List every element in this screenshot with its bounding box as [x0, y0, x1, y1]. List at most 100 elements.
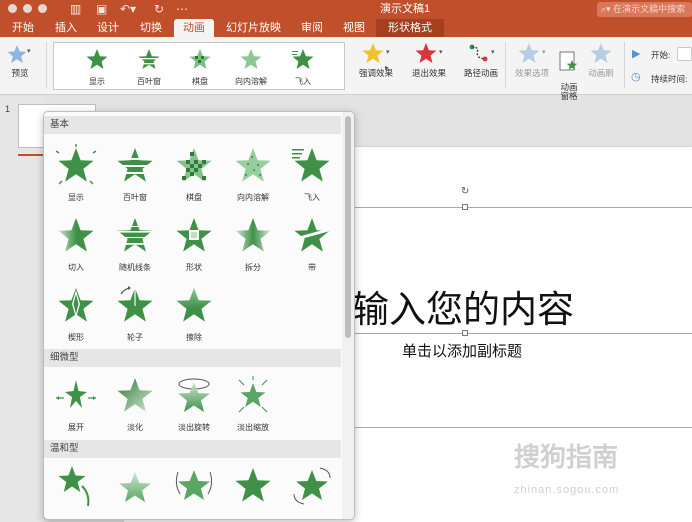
path-animation-button[interactable]: ▾ 路径动画	[460, 41, 502, 79]
animation-gallery: 显示 百叶窗 棋盘 向内溶解 飞入 ▸	[53, 42, 389, 90]
close-window-button[interactable]	[8, 4, 17, 13]
start-label: 开始:	[651, 50, 671, 60]
slide-subtitle-text[interactable]: 单击以添加副标题	[402, 340, 522, 361]
animation-painter-button[interactable]: 动画刷	[586, 41, 616, 79]
undo-icon[interactable]: ↶▾	[120, 2, 136, 16]
exit-star-icon: ▾	[415, 43, 443, 63]
effect-fade[interactable]: 淡化	[105, 374, 165, 433]
motion-path-icon: ▾	[469, 44, 495, 62]
wedge-star-icon	[58, 288, 94, 322]
effect-checkerboard[interactable]: 棋盘	[164, 144, 224, 203]
gallery-item-checkerboard[interactable]: 棋盘	[175, 47, 225, 87]
effect-split[interactable]: 拆分	[223, 214, 283, 273]
start-select[interactable]	[677, 47, 692, 61]
minimize-window-button[interactable]	[23, 4, 32, 13]
checkerboard-star-icon	[189, 49, 211, 69]
section-header-basic: 基本	[44, 116, 341, 134]
moderate-swivel-star-icon	[58, 466, 90, 507]
dissolve-star-icon	[235, 148, 271, 182]
animation-pane-button[interactable]: 动画 窗格	[556, 41, 582, 101]
effect-moderate-1[interactable]	[46, 464, 106, 512]
gallery-item-blinds[interactable]: 百叶窗	[124, 47, 174, 87]
title-placeholder-border	[355, 207, 692, 208]
strips-star-icon	[294, 218, 330, 252]
gallery-item-appear[interactable]: 显示	[72, 47, 122, 87]
svg-text:▾: ▾	[27, 48, 31, 55]
blinds-star-icon	[138, 49, 160, 69]
start-play-icon: ▶	[632, 48, 641, 60]
effect-moderate-3[interactable]	[164, 464, 224, 512]
appear-star-icon	[55, 144, 97, 185]
title-bar: ▥ ▣ ↶▾ ↻ ⋯ 演示文稿1 ⌕▾ 在演示文稿中搜索	[0, 0, 692, 19]
effect-dissolve-in[interactable]: 向内溶解	[223, 144, 283, 203]
effect-expand[interactable]: 展开	[46, 374, 106, 433]
effect-blinds[interactable]: 百叶窗	[105, 144, 165, 203]
effect-moderate-2[interactable]	[105, 464, 165, 512]
effect-fade-spin[interactable]: 淡出旋转	[164, 374, 224, 433]
redo-icon[interactable]: ↻	[154, 2, 164, 16]
effect-fade-zoom[interactable]: 淡出缩放	[223, 374, 283, 433]
fly-in-star-icon	[292, 49, 314, 69]
gallery-item-dissolve-in[interactable]: 向内溶解	[226, 47, 276, 87]
moderate-spin-star-icon	[175, 470, 213, 500]
rotate-handle-icon[interactable]: ↻	[461, 186, 469, 197]
effect-wheel[interactable]: 轮子	[105, 284, 165, 343]
gallery-item-fly-in[interactable]: 飞入	[278, 47, 328, 87]
peek-in-star-icon	[58, 218, 94, 252]
effect-moderate-4[interactable]	[223, 464, 283, 512]
preview-label: 预览	[11, 68, 29, 78]
appear-star-icon	[86, 49, 108, 69]
ribbon-tab-bar: 开始 插入 设计 切换 动画 幻灯片放映 审阅 视图 形状格式	[0, 19, 692, 37]
animations-ribbon: ▾ 预览 显示 百叶窗 棋盘 向内溶解 飞入 ▸ ▼ ▾ 强调效果 ▾	[0, 37, 692, 134]
effect-shape[interactable]: 形状	[164, 214, 224, 273]
effect-moderate-5[interactable]	[282, 464, 342, 512]
tab-view[interactable]: 视图	[343, 19, 365, 37]
moderate-rise-star-icon	[119, 472, 151, 502]
tab-shape-format[interactable]: 形状格式	[376, 19, 444, 37]
exit-effects-button[interactable]: ▾ 退出效果	[408, 41, 450, 79]
section-header-moderate: 温和型	[44, 440, 341, 458]
tab-home[interactable]: 开始	[12, 19, 34, 37]
search-input[interactable]: 在演示文稿中搜索	[613, 4, 685, 14]
tab-slideshow[interactable]: 幻灯片放映	[226, 19, 281, 37]
resize-handle[interactable]	[462, 204, 468, 210]
customize-toolbar-icon[interactable]: ⋯	[176, 2, 188, 16]
preview-star-icon: ▾	[7, 45, 31, 64]
dropdown-scrollbar-thumb[interactable]	[345, 116, 351, 338]
expand-star-icon	[56, 380, 96, 408]
slide-thumbnail-pane: 1	[0, 96, 96, 522]
section-header-subtle: 细微型	[44, 349, 341, 367]
effect-fly-in[interactable]: 飞入	[282, 144, 342, 203]
emphasis-effects-button[interactable]: ▾ 强调效果	[355, 41, 397, 79]
search-box[interactable]: ⌕▾ 在演示文稿中搜索	[597, 2, 692, 17]
tab-animations[interactable]: 动画	[174, 19, 214, 37]
duration-label: 持续时间:	[651, 74, 688, 84]
effect-options-button[interactable]: ▾ 效果选项	[510, 41, 554, 79]
tab-review[interactable]: 审阅	[301, 19, 323, 37]
preview-button[interactable]: ▾ 预览	[2, 43, 38, 79]
subtitle-placeholder-border	[355, 427, 692, 428]
document-title: 演示文稿1	[380, 3, 431, 15]
effect-appear[interactable]: 显示	[46, 144, 106, 203]
sidebar-toggle-icon[interactable]: ▥	[70, 2, 81, 16]
effect-random-bars[interactable]: 随机线条	[105, 214, 165, 273]
effect-wipe[interactable]: 擦除	[164, 284, 224, 343]
animation-painter-icon	[590, 43, 612, 63]
tab-transitions[interactable]: 切换	[140, 19, 162, 37]
slide-title-text[interactable]: 输入您的内容	[352, 288, 574, 332]
watermark-url: zhinan.sogou.com	[514, 484, 620, 496]
effect-strips[interactable]: 带	[282, 214, 342, 273]
effect-wedge[interactable]: 楔形	[46, 284, 106, 343]
save-icon[interactable]: ▣	[96, 2, 107, 16]
dissolve-star-icon	[240, 49, 262, 69]
fly-in-star-icon	[292, 148, 330, 182]
title-placeholder-border	[355, 333, 692, 334]
entrance-effects-dropdown: 基本 显示 百叶窗 棋盘 向内溶解 飞入 切入 随机线条 形状 拆分 带 楔形 …	[43, 111, 355, 520]
effect-peek-in[interactable]: 切入	[46, 214, 106, 273]
zoom-window-button[interactable]	[38, 4, 47, 13]
svg-text:▾: ▾	[439, 49, 443, 56]
emphasis-star-icon: ▾	[362, 43, 390, 63]
tab-design[interactable]: 设计	[97, 19, 119, 37]
tab-insert[interactable]: 插入	[55, 19, 77, 37]
shape-star-icon	[176, 218, 212, 252]
